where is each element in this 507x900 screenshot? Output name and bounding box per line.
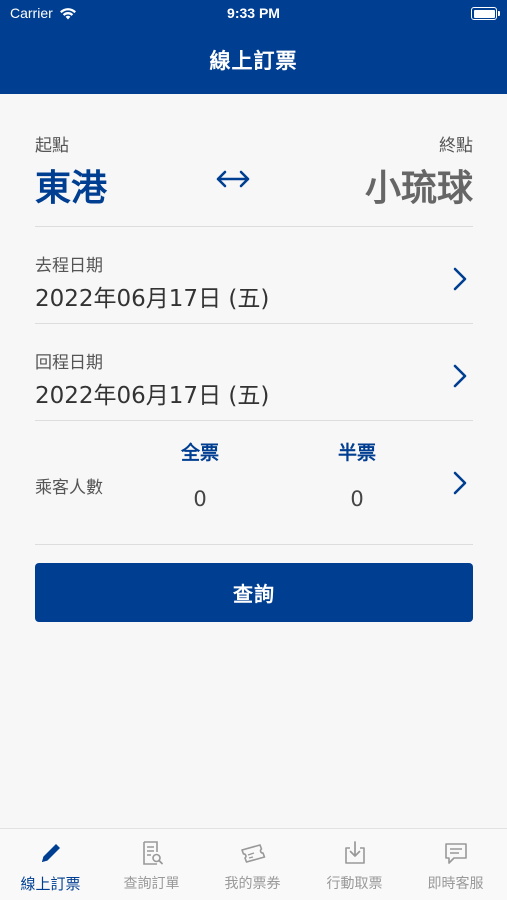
departure-date-row[interactable]: 去程日期 2022年06月17日 (五) [35, 227, 473, 324]
passenger-count-row[interactable]: 乘客人數 全票 0 半票 0 [35, 421, 473, 545]
download-icon [345, 841, 365, 864]
return-date-value: 2022年06月17日 (五) [35, 383, 270, 409]
swap-arrows-icon[interactable] [215, 168, 251, 190]
status-time: 9:33 PM [227, 5, 280, 21]
half-fare-count: 0 [350, 487, 364, 511]
route-section: 起點 終點 東港 小琉球 [35, 94, 473, 227]
tab-my-tickets[interactable]: 我的票券 [202, 829, 303, 900]
tab-label: 我的票券 [224, 876, 281, 892]
tab-label: 行動取票 [326, 876, 383, 892]
departure-date-label: 去程日期 [35, 256, 103, 276]
destination-port-selector[interactable]: 小琉球 [365, 159, 473, 211]
query-button[interactable]: 查詢 [35, 563, 473, 622]
pencil-icon [42, 844, 60, 862]
battery-icon [471, 7, 500, 20]
departure-date-value: 2022年06月17日 (五) [35, 286, 270, 312]
chevron-right-icon [453, 364, 467, 388]
passenger-count-label: 乘客人數 [35, 478, 103, 498]
tab-label: 線上訂票 [20, 875, 81, 893]
ticket-icon [241, 844, 266, 863]
origin-port-selector[interactable]: 東港 [35, 159, 107, 211]
tab-label: 即時客服 [427, 876, 484, 892]
half-fare-label: 半票 [337, 442, 376, 464]
destination-label: 終點 [439, 136, 473, 156]
tab-online-booking[interactable]: 線上訂票 [0, 829, 101, 900]
origin-label: 起點 [35, 136, 69, 156]
document-search-icon [143, 841, 163, 865]
booking-form: 起點 終點 東港 小琉球 去程日期 2022年06月17日 (五) 回程日期 2… [35, 94, 473, 545]
tab-order-lookup[interactable]: 查詢訂單 [101, 829, 202, 900]
return-date-row[interactable]: 回程日期 2022年06月17日 (五) [35, 324, 473, 421]
tab-label: 查詢訂單 [123, 876, 180, 892]
return-date-label: 回程日期 [35, 353, 103, 373]
app-header: Carrier 9:33 PM 線上訂票 [0, 0, 507, 94]
chevron-right-icon [453, 267, 467, 291]
tab-mobile-pickup[interactable]: 行動取票 [304, 829, 405, 900]
full-fare-count: 0 [193, 487, 207, 511]
full-fare-column: 全票 0 [160, 438, 240, 511]
half-fare-column: 半票 0 [317, 438, 397, 511]
status-bar: Carrier 9:33 PM [0, 0, 507, 28]
page-title: 線上訂票 [209, 49, 298, 73]
chevron-right-icon [453, 471, 467, 495]
full-fare-label: 全票 [180, 442, 219, 464]
tab-bar: 線上訂票 查詢訂單 我的票券 行動取票 即時客服 [0, 828, 507, 900]
tab-customer-service[interactable]: 即時客服 [405, 829, 506, 900]
chat-icon [445, 843, 467, 864]
